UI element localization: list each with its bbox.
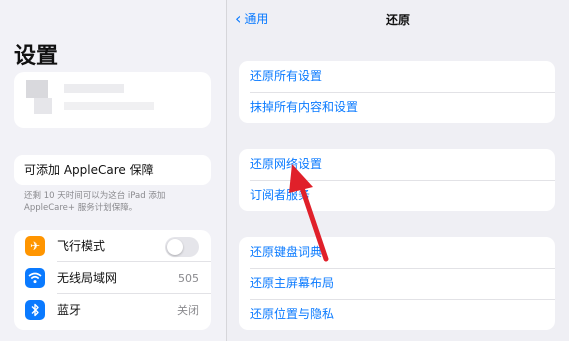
reset-home-screen-layout[interactable]: 还原主屏幕布局 [239, 268, 555, 299]
page-title: 设置 [14, 44, 59, 69]
sidebar-item-label: 飞行模式 [57, 239, 106, 253]
row-separator [57, 261, 211, 262]
erase-all-content-and-settings[interactable]: 抹掉所有内容和设置 [239, 92, 555, 123]
blurred-avatar-part [34, 98, 52, 114]
sidebar-item-label: 无线局域网 [57, 271, 118, 285]
detail-title: 还原 [385, 13, 410, 27]
row-separator [57, 293, 211, 294]
sidebar-item-wifi[interactable]: 无线局域网 505 [14, 263, 211, 294]
reset-all-settings[interactable]: 还原所有设置 [239, 61, 555, 92]
reset-network-settings[interactable]: 还原网络设置 [239, 149, 555, 180]
bluetooth-icon [25, 300, 45, 320]
applecare-note: 还剩 10 天时间可以为这台 iPad 添加 AppleCare+ 服务计划保障… [24, 191, 166, 213]
reset-group-2: 还原网络设置 订阅者服务 [239, 149, 555, 211]
sidebar-item-bluetooth[interactable]: 蓝牙 关闭 [14, 295, 211, 326]
reset-group-3: 还原键盘词典 还原主屏幕布局 还原位置与隐私 [239, 237, 555, 330]
applecare-offer[interactable]: 可添加 AppleCare 保障 [14, 155, 211, 185]
subscriber-services[interactable]: 订阅者服务 [239, 180, 555, 211]
sidebar-item-airplane-mode[interactable]: ✈ 飞行模式 [14, 231, 211, 262]
blurred-avatar [26, 80, 48, 98]
airplane-mode-toggle[interactable] [165, 237, 199, 257]
sidebar: 设置 可添加 AppleCare 保障 还剩 10 天时间可以为这台 iPad … [0, 0, 226, 341]
wifi-icon [25, 268, 45, 288]
profile-card[interactable] [14, 72, 211, 128]
applecare-label: 可添加 AppleCare 保障 [24, 163, 154, 177]
reset-keyboard-dictionary[interactable]: 还原键盘词典 [239, 237, 555, 268]
reset-group-1: 还原所有设置 抹掉所有内容和设置 [239, 61, 555, 123]
detail-navbar: ‹ 通用 还原 [227, 0, 569, 38]
blurred-name [64, 84, 124, 93]
airplane-icon: ✈ [25, 236, 45, 256]
bluetooth-status: 关闭 [177, 304, 199, 317]
wifi-network-name: 505 [178, 272, 199, 285]
sidebar-item-label: 蓝牙 [57, 303, 82, 317]
reset-location-and-privacy[interactable]: 还原位置与隐私 [239, 299, 555, 330]
blurred-subtitle [64, 102, 154, 110]
toggle-knob [167, 239, 183, 255]
split-view-divider [226, 0, 227, 341]
settings-list: ✈ 飞行模式 无线局域网 505 蓝牙 关闭 [14, 230, 211, 330]
